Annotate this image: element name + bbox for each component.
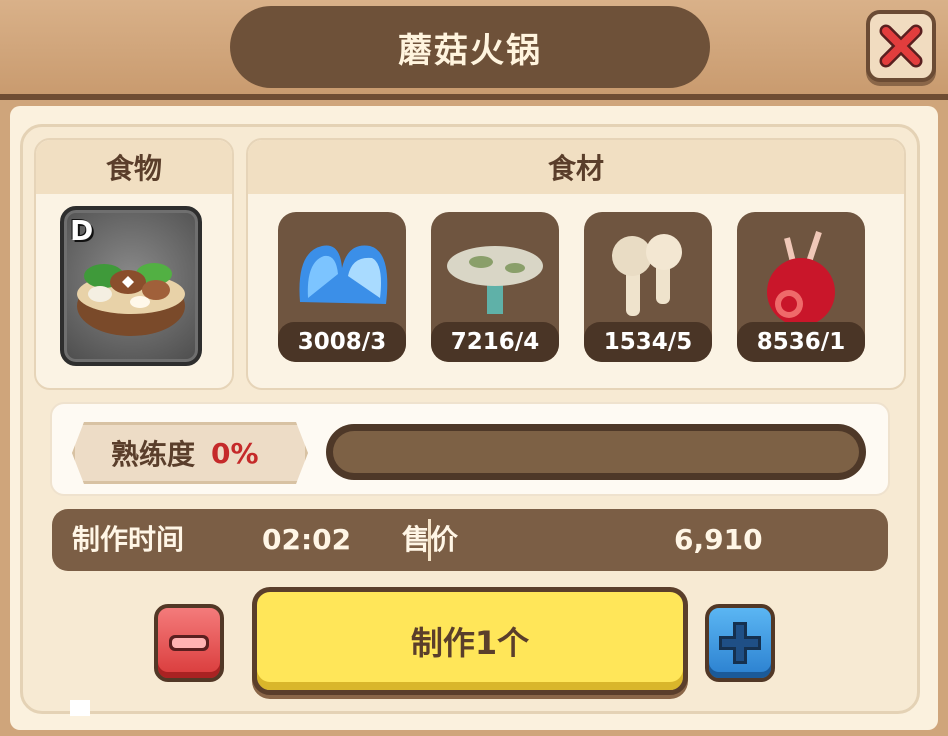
craft-time-value: 02:02 [262, 523, 352, 556]
price-label: 售价 [402, 523, 459, 556]
food-section: 食物 D [34, 138, 234, 390]
mastery-value: 0% [211, 436, 259, 470]
ingredient-slot[interactable]: 7216/4 [431, 212, 559, 362]
corner-mark [70, 700, 90, 716]
mastery-row: 熟练度 0% [50, 402, 890, 496]
ingredient-count: 7216/4 [431, 322, 559, 362]
blue-crystal-icon [299, 245, 388, 304]
mastery-tag: 熟练度 0% [72, 422, 308, 484]
red-fruit-icon [767, 231, 835, 326]
ingredient-slot[interactable]: 8536/1 [737, 212, 865, 362]
ingredient-count: 1534/5 [584, 322, 712, 362]
decrease-button[interactable] [154, 604, 224, 682]
mastery-progress-bar [326, 424, 866, 480]
increase-button[interactable] [705, 604, 775, 682]
close-button[interactable] [866, 10, 936, 82]
ingredient-slot[interactable]: 3008/3 [278, 212, 406, 362]
craft-time-label: 制作时间 [72, 523, 185, 556]
ingredients-header: 食材 [248, 140, 904, 194]
close-icon [879, 24, 923, 68]
ingredient-slot[interactable]: 1534/5 [584, 212, 712, 362]
mastery-label: 熟练度 [111, 438, 196, 471]
progress-track [333, 431, 859, 473]
info-bar: 制作时间 02:02 售价 6,910 [52, 509, 888, 571]
recipe-title: 蘑菇火锅 [230, 6, 710, 88]
ingredients-section: 食材 3008/3 7216/4 1534/5 8536/1 [246, 138, 906, 390]
ingredient-count: 8536/1 [737, 322, 865, 362]
white-mushrooms-icon [612, 234, 682, 316]
mushroom-cap-icon [447, 246, 543, 314]
ingredient-count: 3008/3 [278, 322, 406, 362]
mushroom-hotpot-icon[interactable]: D [60, 206, 202, 366]
minus-icon [169, 635, 209, 651]
food-header: 食物 [36, 140, 232, 194]
plus-icon [719, 622, 761, 664]
make-button[interactable]: 制作1个 [252, 587, 688, 695]
price-value: 6,910 [674, 523, 763, 556]
